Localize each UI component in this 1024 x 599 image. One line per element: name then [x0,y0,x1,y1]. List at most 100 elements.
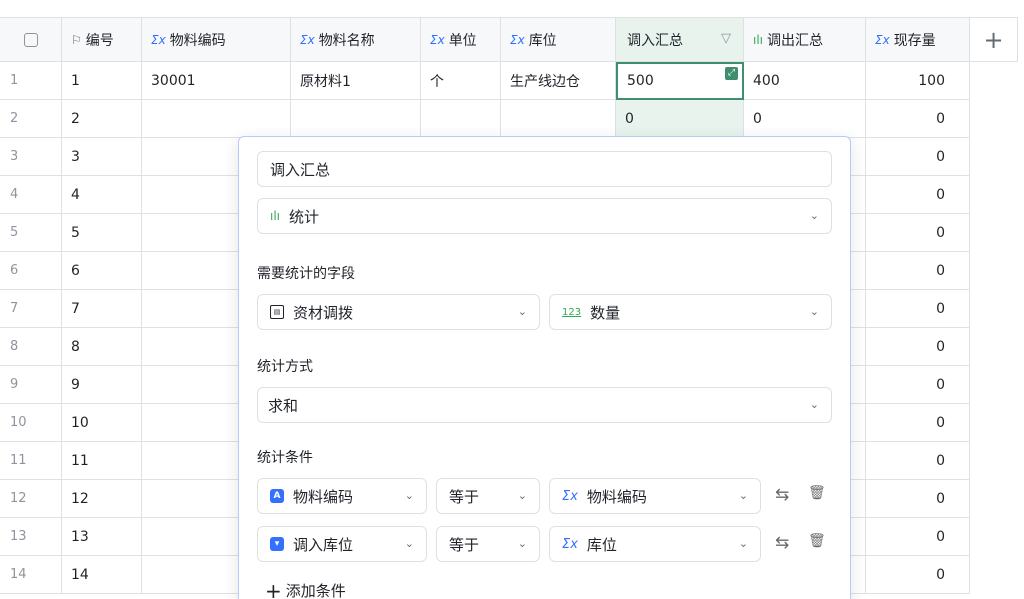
stat-field-label: 需要统计的字段 [257,266,355,282]
cell-transfer-in[interactable]: 500 ⤢ [616,62,744,100]
cell-number[interactable]: 7 [62,290,142,328]
swap-icon[interactable]: ⇆ [775,533,789,553]
condition-2-value-select[interactable]: Σx 库位 ⌄ [549,526,761,562]
row-index[interactable]: 10 [0,404,62,442]
cell-stock[interactable]: 0 [866,290,970,328]
add-column-button[interactable]: + [970,17,1018,62]
field-type-select[interactable]: ılı 统计 ⌄ [257,198,832,234]
row-index[interactable]: 5 [0,214,62,252]
swap-icon[interactable]: ⇆ [775,485,789,505]
cell-location[interactable] [501,100,616,138]
stats-icon: ılı [753,32,764,47]
cell-number[interactable]: 9 [62,366,142,404]
cell-stock[interactable]: 0 [866,138,970,176]
expand-icon[interactable]: ⤢ [725,67,738,80]
row-index[interactable]: 6 [0,252,62,290]
cell-stock[interactable]: 0 [866,442,970,480]
cell-unit[interactable]: 个 [421,62,501,100]
table-row[interactable]: 1 1 30001 原材料1 个生产线边仓 500 ⤢ 400 100 [0,62,970,100]
filter-icon[interactable]: ▽ [721,31,731,46]
add-condition-button[interactable]: + 添加条件 [265,579,346,599]
cell-stock[interactable]: 0 [866,100,970,138]
cell-number[interactable]: 8 [62,328,142,366]
chevron-down-icon: ⌄ [738,537,748,550]
row-index[interactable]: 4 [0,176,62,214]
row-index[interactable]: 8 [0,328,62,366]
cell-number[interactable]: 1 [62,62,142,100]
row-index[interactable]: 11 [0,442,62,480]
row-index[interactable]: 1 [0,62,62,100]
delete-icon[interactable]: 🗑 [808,533,826,549]
row-index[interactable]: 13 [0,518,62,556]
condition-1-field-select[interactable]: A 物料编码 ⌄ [257,478,427,514]
table-row[interactable]: 22000 [0,100,970,138]
condition-2-field-select[interactable]: ▾ 调入库位 ⌄ [257,526,427,562]
cell-stock[interactable]: 0 [866,252,970,290]
cell-number[interactable]: 13 [62,518,142,556]
cell-stock[interactable]: 0 [866,480,970,518]
select-all-checkbox[interactable] [0,17,62,62]
cell-stock[interactable]: 0 [866,404,970,442]
cell-stock[interactable]: 0 [866,328,970,366]
single-select-icon: ▾ [270,537,284,551]
cell-number[interactable]: 5 [62,214,142,252]
column-header-stock[interactable]: Σx 现存量 [866,17,970,62]
chevron-down-icon: ⌄ [738,489,748,502]
row-index[interactable]: 14 [0,556,62,594]
row-index[interactable]: 9 [0,366,62,404]
column-header-material-name[interactable]: Σx 物料名称 [291,17,421,62]
cell-transfer-out[interactable]: 0 [744,100,866,138]
cell-material-name[interactable]: 原材料1 [291,62,421,100]
row-index[interactable]: 2 [0,100,62,138]
condition-2-operator-select[interactable]: 等于 ⌄ [436,526,540,562]
cell-number[interactable]: 6 [62,252,142,290]
cell-stock[interactable]: 100 [866,62,970,100]
cell-number[interactable]: 14 [62,556,142,594]
cell-transfer-in[interactable]: 0 [616,100,744,138]
cell-number[interactable]: 11 [62,442,142,480]
cell-number[interactable]: 3 [62,138,142,176]
delete-icon[interactable]: 🗑 [808,485,826,501]
flag-icon: ⚐ [71,32,82,47]
row-index[interactable]: 7 [0,290,62,328]
column-header-material-code[interactable]: Σx 物料编码 [142,17,291,62]
condition-1-value-select[interactable]: Σx 物料编码 ⌄ [549,478,761,514]
method-select[interactable]: 求和 ⌄ [257,387,832,423]
column-header-unit[interactable]: Σx 单位 [421,17,501,62]
chevron-down-icon: ⌄ [809,305,819,318]
cell-stock[interactable]: 0 [866,366,970,404]
cell-transfer-out[interactable]: 400 [744,62,866,100]
cell-material-name[interactable] [291,100,421,138]
cell-stock[interactable]: 0 [866,214,970,252]
chevron-down-icon: ⌄ [809,209,819,222]
column-header-location[interactable]: Σx 库位 [501,17,616,62]
cell-number[interactable]: 4 [62,176,142,214]
cell-number[interactable]: 10 [62,404,142,442]
column-header-number[interactable]: ⚐ 编号 [62,17,142,62]
plus-icon: + [265,579,282,599]
field-name-input[interactable]: 调入汇总 [257,151,832,187]
stats-icon: ılı [270,209,281,223]
column-header-transfer-in-total[interactable]: 调入汇总 ▽ [616,17,744,62]
column-header-transfer-out-total[interactable]: ılı 调出汇总 [744,17,866,62]
cell-material-code[interactable]: 30001 [142,62,291,100]
cell-unit[interactable] [421,100,501,138]
formula-icon: Σx [430,32,445,47]
conditions-label: 统计条件 [257,450,313,466]
cell-number[interactable]: 12 [62,480,142,518]
top-strip [0,0,1024,16]
source-field-select[interactable]: 123 数量 ⌄ [549,294,832,330]
number-icon: 123 [562,306,582,318]
condition-1-operator-select[interactable]: 等于 ⌄ [436,478,540,514]
row-index[interactable]: 12 [0,480,62,518]
row-index[interactable]: 3 [0,138,62,176]
cell-number[interactable]: 2 [62,100,142,138]
formula-icon: Σx [151,32,166,47]
cell-stock[interactable]: 0 [866,518,970,556]
cell-location[interactable]: 生产线边仓 [501,62,616,100]
checkbox-icon [23,32,38,47]
source-table-select[interactable]: ▤ 资材调拨 ⌄ [257,294,540,330]
cell-material-code[interactable] [142,100,291,138]
cell-stock[interactable]: 0 [866,176,970,214]
cell-stock[interactable]: 0 [866,556,970,594]
